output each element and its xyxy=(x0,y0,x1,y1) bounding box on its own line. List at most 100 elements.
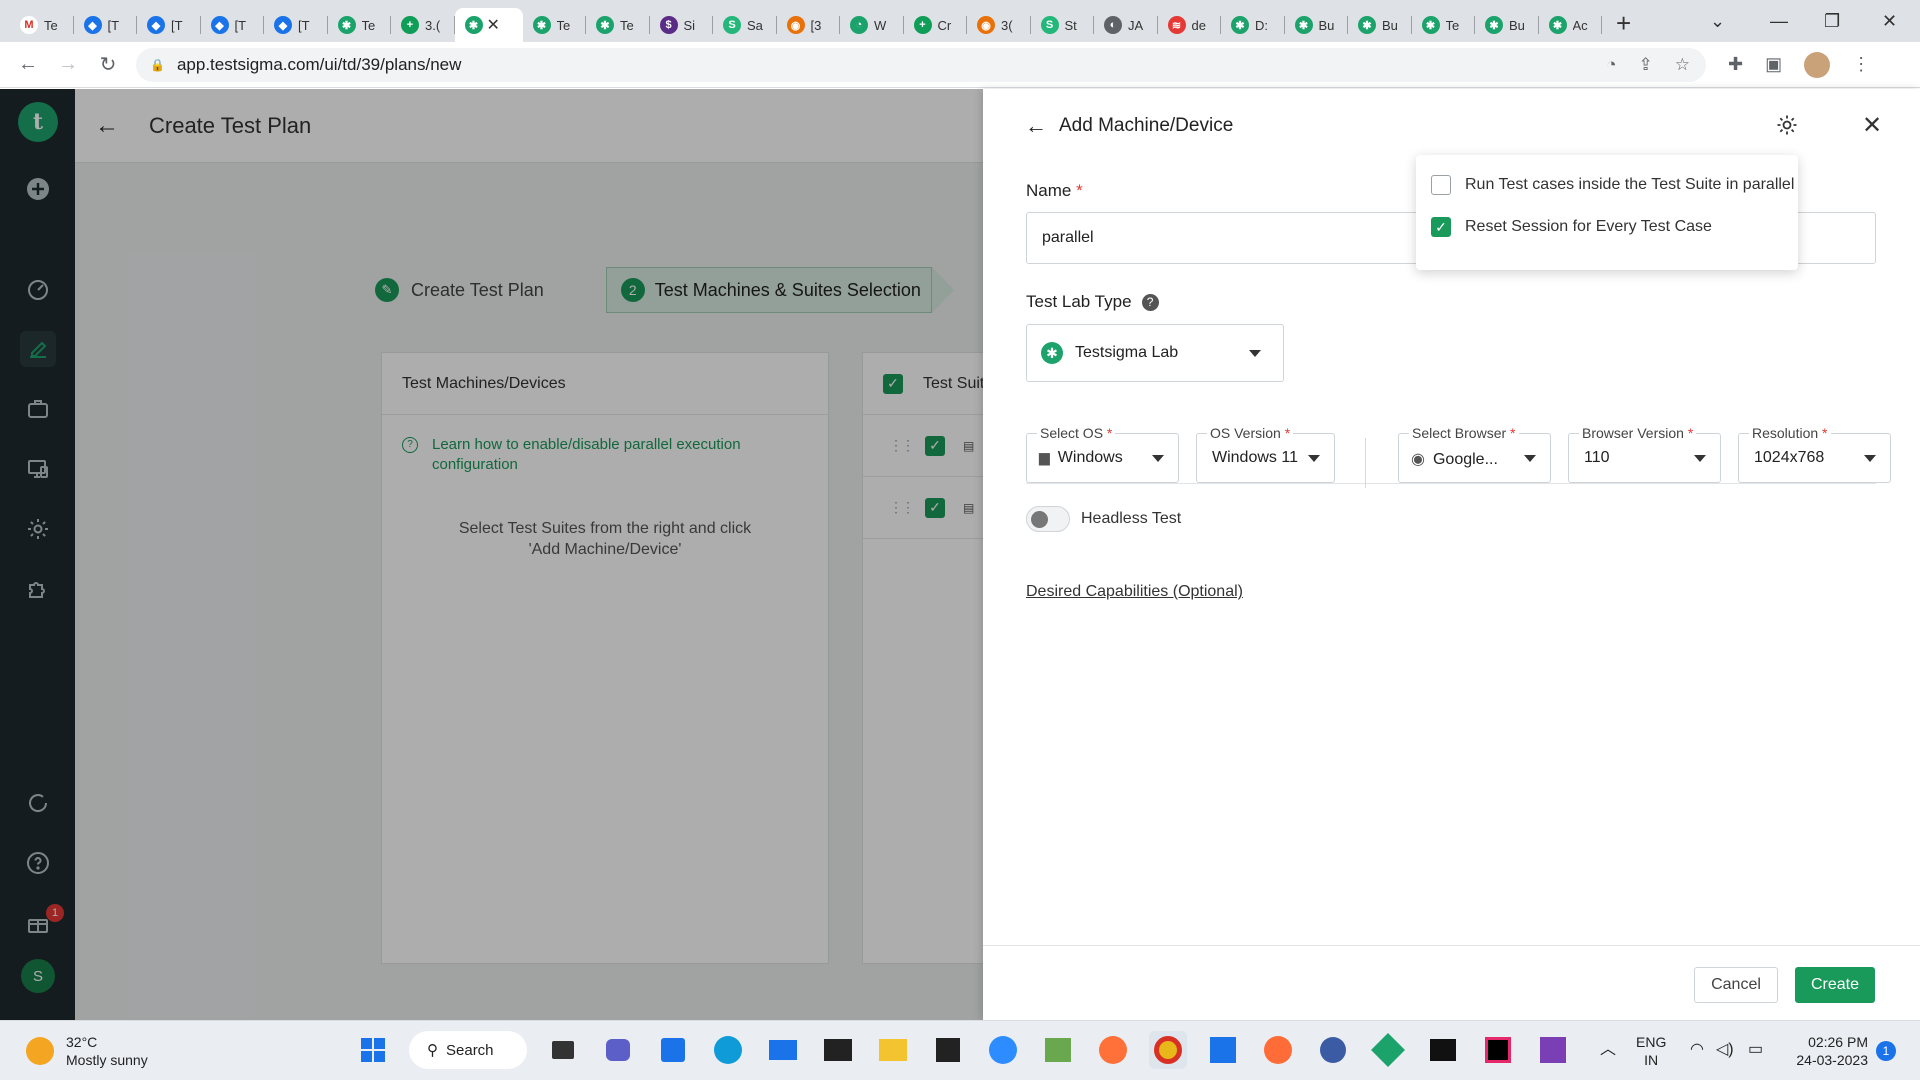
browser-tab[interactable]: M Te xyxy=(10,8,74,42)
os-version-dropdown[interactable]: OS Version * Windows 11 xyxy=(1196,425,1335,483)
browser-tab[interactable]: ≋ de xyxy=(1158,8,1222,42)
test-lab-type-select[interactable]: ✱ Testsigma Lab xyxy=(1026,324,1284,382)
browser-tab[interactable]: + Cr xyxy=(904,8,968,42)
store-icon[interactable] xyxy=(654,1031,692,1069)
battery-icon[interactable]: ▭ xyxy=(1748,1041,1763,1059)
browser-tab[interactable]: ✱ Te xyxy=(586,8,650,42)
browser-tab[interactable]: ✱ Ac xyxy=(1539,8,1603,42)
windows-start-icon[interactable] xyxy=(354,1031,392,1069)
back-arrow-icon[interactable]: ← xyxy=(8,53,48,76)
bookmark-star-icon[interactable]: ☆ xyxy=(1675,55,1690,75)
firefox-icon[interactable] xyxy=(1094,1031,1132,1069)
edge-icon[interactable] xyxy=(709,1031,747,1069)
chevron-up-icon[interactable]: ︿ xyxy=(1600,1041,1616,1059)
browser-tab[interactable]: ◐ JA xyxy=(1094,8,1158,42)
performance-icon[interactable]: ◔ xyxy=(1606,55,1616,75)
extensions-puzzle-icon[interactable]: ✚ xyxy=(1728,54,1743,75)
browser-tab[interactable]: ◆ [T xyxy=(74,8,138,42)
restore-button[interactable]: ❐ xyxy=(1824,0,1840,42)
browser-tab[interactable]: ✱ Bu xyxy=(1475,8,1539,42)
select-browser-dropdown[interactable]: Select Browser * ◉ Google... xyxy=(1398,425,1551,483)
browser-tab[interactable]: ✱ ✕ xyxy=(454,8,523,42)
tab-favicon-icon: ✱ xyxy=(532,16,551,34)
parallel-checkbox[interactable] xyxy=(1431,175,1451,195)
wifi-icon[interactable]: ◠ xyxy=(1690,1041,1704,1059)
drawer-back-arrow-icon[interactable]: ← xyxy=(1025,113,1047,139)
volume-icon[interactable]: ◁) xyxy=(1716,1041,1734,1059)
tab-favicon-icon: $ xyxy=(659,16,678,34)
reset-session-checkbox[interactable]: ✓ xyxy=(1431,217,1451,237)
tab-favicon-icon: ◆ xyxy=(274,16,292,34)
resolution-dropdown[interactable]: Resolution * 1024x768 xyxy=(1738,425,1891,483)
teams-icon[interactable] xyxy=(599,1031,637,1069)
close-tab-icon[interactable]: ✕ xyxy=(487,15,500,35)
share-icon[interactable]: ⇪ xyxy=(1639,55,1653,75)
chevron-down-icon xyxy=(1308,455,1320,462)
intellij-icon[interactable] xyxy=(1479,1031,1517,1069)
help-question-icon[interactable]: ? xyxy=(1141,293,1159,311)
tab-label: 3( xyxy=(1001,17,1013,33)
browser-tab[interactable]: S Sa xyxy=(713,8,777,42)
file-explorer-icon[interactable] xyxy=(874,1031,912,1069)
divider xyxy=(1026,483,1876,484)
mail-icon[interactable] xyxy=(764,1031,802,1069)
forward-arrow-icon[interactable]: → xyxy=(48,53,88,76)
postman-icon[interactable] xyxy=(1259,1031,1297,1069)
browser-tab[interactable]: ✱ Bu xyxy=(1285,8,1349,42)
zoom-icon[interactable] xyxy=(984,1031,1022,1069)
vpn-icon[interactable] xyxy=(1369,1031,1407,1069)
clock[interactable]: 02:26 PM 24-03-2023 xyxy=(1786,1033,1868,1069)
upload-app-icon[interactable] xyxy=(1204,1031,1242,1069)
browser-tab[interactable]: ✱ D: xyxy=(1221,8,1285,42)
gear-icon[interactable] xyxy=(1775,113,1799,142)
cmd-icon[interactable] xyxy=(1424,1031,1462,1069)
modal-backdrop[interactable] xyxy=(0,89,983,1020)
minimize-button[interactable]: — xyxy=(1770,0,1788,42)
browser-tab[interactable]: ✱ Te xyxy=(523,8,587,42)
snipping-tool-icon[interactable] xyxy=(1534,1031,1572,1069)
cancel-button[interactable]: Cancel xyxy=(1694,967,1778,1003)
chrome-icon[interactable] xyxy=(1149,1031,1187,1069)
browser-tab[interactable]: $ Si xyxy=(650,8,714,42)
terminal-icon[interactable] xyxy=(819,1031,857,1069)
side-panel-icon[interactable]: ▣ xyxy=(1765,54,1782,75)
browser-tab[interactable]: ◆ [T xyxy=(201,8,265,42)
language-indicator[interactable]: ENG IN xyxy=(1636,1033,1666,1069)
sticky-notes-icon[interactable] xyxy=(929,1031,967,1069)
headless-toggle[interactable] xyxy=(1026,506,1070,532)
browser-tab[interactable]: ◆ [T xyxy=(137,8,201,42)
chrome-icon: ◉ xyxy=(1411,451,1425,468)
browser-tab[interactable]: ✱ Te xyxy=(328,8,392,42)
create-button[interactable]: Create xyxy=(1795,967,1875,1003)
new-tab-button[interactable]: + xyxy=(1616,8,1631,39)
close-window-button[interactable]: ✕ xyxy=(1882,0,1897,42)
reload-icon[interactable]: ↻ xyxy=(88,52,128,77)
browser-tab[interactable]: ◉ [3 xyxy=(777,8,841,42)
lock-icon: 🔒 xyxy=(150,57,165,72)
close-icon[interactable]: ✕ xyxy=(1862,111,1882,140)
profile-avatar[interactable] xyxy=(1804,51,1831,78)
task-view-icon[interactable] xyxy=(544,1031,582,1069)
browser-tab[interactable]: ◔ W xyxy=(840,8,904,42)
browser-tab[interactable]: ✱ Te xyxy=(1412,8,1476,42)
reset-session-option[interactable]: ✓ Reset Session for Every Test Case xyxy=(1431,217,1712,237)
browser-tab[interactable]: ◉ 3( xyxy=(967,8,1031,42)
browser-menu-icon[interactable]: ⋮ xyxy=(1852,54,1870,75)
url-field[interactable]: 🔒 app.testsigma.com/ui/td/39/plans/new ◔… xyxy=(136,47,1706,82)
taskbar-search[interactable]: ⚲ Search xyxy=(409,1031,527,1069)
browser-tab[interactable]: S St xyxy=(1031,8,1095,42)
browser-tab[interactable]: ◆ [T xyxy=(264,8,328,42)
desired-capabilities-link[interactable]: Desired Capabilities (Optional) xyxy=(1026,583,1243,601)
browser-tab[interactable]: ✱ Bu xyxy=(1348,8,1412,42)
image-viewer-icon[interactable] xyxy=(1039,1031,1077,1069)
parallel-option[interactable]: Run Test cases inside the Test Suite in … xyxy=(1431,175,1794,195)
browser-version-dropdown[interactable]: Browser Version * 110 xyxy=(1568,425,1721,483)
select-os-dropdown[interactable]: Select OS * ▆ Windows xyxy=(1026,425,1179,483)
weather-widget[interactable]: 32°C Mostly sunny xyxy=(26,1033,148,1069)
tab-favicon-icon: ◐ xyxy=(1104,16,1122,34)
browser-tab[interactable]: +3.( xyxy=(391,8,455,42)
notification-count-badge[interactable]: 1 xyxy=(1876,1041,1896,1061)
tab-search-icon[interactable]: ⌄ xyxy=(1710,0,1725,42)
browser-tab-strip: M Te ◆ [T ◆ [T ◆ [T ◆ [T ✱ Te +3.(✱ ✕ ✱ Te ✱ Te $ Si S Sa ◉ [3 ◔… xyxy=(0,0,1920,42)
app-icon[interactable] xyxy=(1314,1031,1352,1069)
